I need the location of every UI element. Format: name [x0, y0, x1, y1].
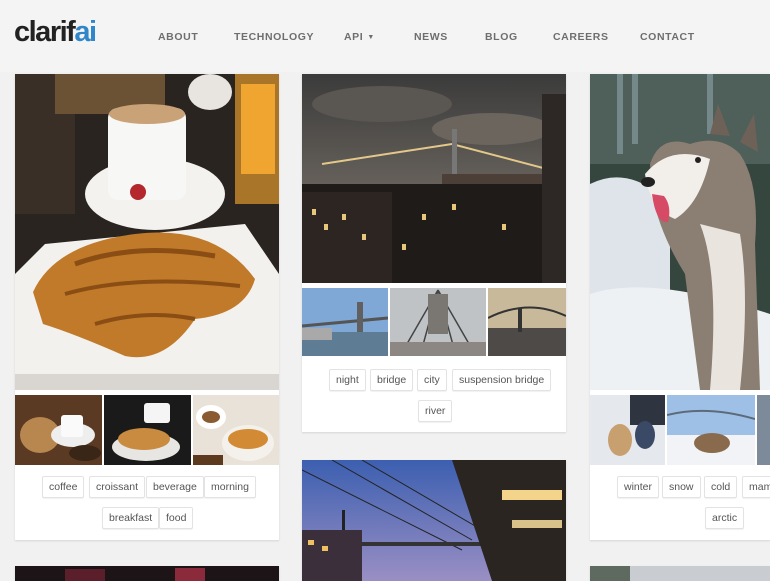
breakfast-table-thumbnail[interactable] — [193, 395, 279, 465]
image-card-train — [302, 460, 566, 581]
nav-news[interactable]: NEWS — [414, 31, 448, 43]
tag-city[interactable]: city — [417, 369, 447, 391]
image-card-breakfast: coffee croissant beverage morning breakf… — [15, 74, 279, 540]
coffee-thumbnail[interactable] — [15, 395, 102, 465]
people-snow-thumbnail[interactable] — [590, 395, 665, 465]
clarifai-logo[interactable]: clarifai — [14, 16, 97, 48]
bridge-river-thumbnail[interactable] — [302, 288, 388, 356]
nav-about[interactable]: ABOUT — [158, 31, 198, 43]
image-card-dog: winter snow cold mam arctic — [590, 74, 770, 540]
bridge-walkway-thumbnail[interactable] — [390, 288, 486, 356]
snow-thumbnail-partial[interactable] — [757, 395, 770, 465]
nav-careers[interactable]: CAREERS — [553, 31, 609, 43]
tag-mam[interactable]: mam — [742, 476, 770, 498]
night-scene-photo-partial[interactable] — [15, 566, 279, 581]
image-card-partial-right — [590, 566, 770, 581]
tag-snow[interactable]: snow — [662, 476, 701, 498]
tag-winter[interactable]: winter — [617, 476, 660, 498]
croissant-coffee-photo[interactable] — [15, 74, 279, 390]
snow-photo-partial[interactable] — [590, 566, 770, 581]
image-card-bridge: night bridge city suspension bridge rive… — [302, 74, 566, 432]
site-header: clarifai ABOUT TECHNOLOGY API ▼ NEWS BLOG… — [0, 0, 770, 72]
nav-api[interactable]: API ▼ — [344, 31, 375, 43]
tag-suspension-bridge[interactable]: suspension bridge — [452, 369, 552, 391]
nav-blog[interactable]: BLOG — [485, 31, 518, 43]
night-bridge-city-photo[interactable] — [302, 74, 566, 283]
tag-food[interactable]: food — [159, 507, 194, 529]
bridge-dusk-thumbnail[interactable] — [488, 288, 566, 356]
nav-api-label: API — [344, 31, 364, 43]
tag-arctic[interactable]: arctic — [705, 507, 745, 529]
tag-croissant[interactable]: croissant — [89, 476, 146, 498]
tag-night[interactable]: night — [329, 369, 366, 391]
tag-beverage[interactable]: beverage — [146, 476, 204, 498]
train-station-dusk-photo[interactable] — [302, 460, 566, 581]
image-card-partial-left — [15, 566, 279, 581]
chevron-down-icon: ▼ — [367, 34, 375, 41]
husky-in-snow-photo[interactable] — [590, 74, 770, 390]
tag-breakfast[interactable]: breakfast — [102, 507, 160, 529]
tag-cold[interactable]: cold — [704, 476, 738, 498]
nav-technology[interactable]: TECHNOLOGY — [234, 31, 314, 43]
tag-morning[interactable]: morning — [204, 476, 256, 498]
tag-river[interactable]: river — [418, 400, 453, 422]
tag-coffee[interactable]: coffee — [42, 476, 85, 498]
sled-dog-thumbnail[interactable] — [667, 395, 755, 465]
tag-bridge[interactable]: bridge — [370, 369, 414, 391]
croissant-plate-thumbnail[interactable] — [104, 395, 191, 465]
logo-text-main: clarif — [14, 16, 76, 48]
logo-text-accent: ai — [74, 16, 97, 48]
nav-contact[interactable]: CONTACT — [640, 31, 695, 43]
